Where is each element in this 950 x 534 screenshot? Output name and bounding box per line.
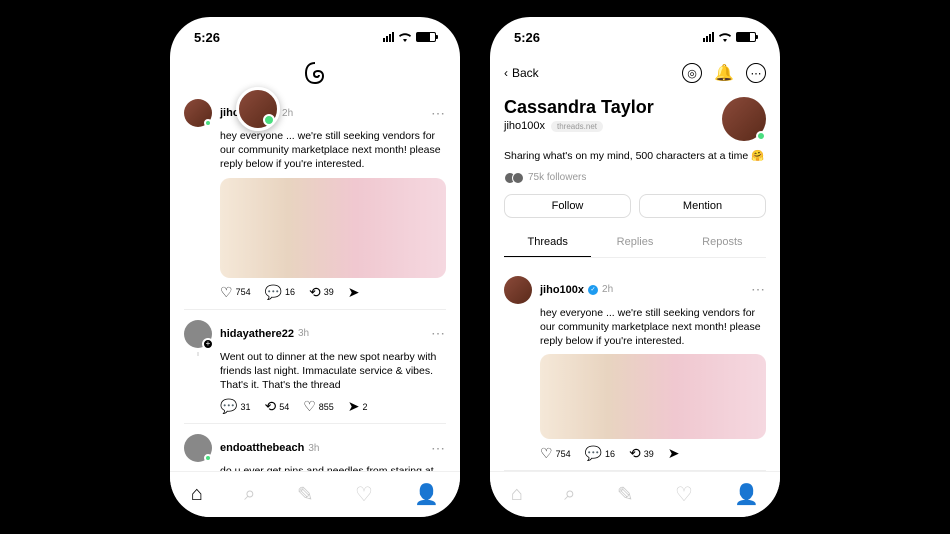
profile-name: Cassandra Taylor: [504, 97, 654, 118]
profile-post[interactable]: jiho100x 2h ⋯ hey everyone ... we're sti…: [504, 266, 766, 472]
wifi-icon: [718, 32, 732, 42]
like-button[interactable]: ♡754: [220, 284, 251, 301]
status-bar: 5:26: [490, 17, 780, 57]
more-icon[interactable]: ⋯: [751, 281, 766, 298]
verified-icon: [588, 285, 598, 295]
repost-button[interactable]: ⟲54: [264, 398, 289, 415]
signal-icon: [383, 32, 394, 42]
online-indicator: [756, 131, 766, 141]
threads-logo-icon: [303, 61, 327, 85]
online-indicator: [263, 114, 275, 126]
back-label: Back: [512, 66, 539, 80]
followers-count[interactable]: 75k followers: [504, 172, 766, 184]
notifications-icon[interactable]: 🔔: [714, 63, 734, 83]
post-image[interactable]: [540, 354, 766, 439]
phone-feed: 5:26 jiho100x 2h ⋯ hey everyone ... we'r…: [170, 17, 460, 517]
profile-bio: Sharing what's on my mind, 500 character…: [504, 149, 766, 164]
battery-icon: [416, 32, 436, 42]
profile-icon[interactable]: 👤: [414, 482, 439, 507]
feed-post[interactable]: + hidayathere22 3h ⋯ Went out to dinner …: [184, 310, 446, 425]
activity-icon[interactable]: ♡: [675, 482, 693, 507]
repost-button[interactable]: ⟲39: [629, 445, 654, 462]
avatar[interactable]: +: [184, 320, 212, 348]
more-options-icon[interactable]: ⋯: [746, 63, 766, 83]
status-time: 5:26: [514, 30, 540, 45]
signal-icon: [703, 32, 714, 42]
timestamp: 3h: [308, 443, 319, 454]
tab-reposts[interactable]: Reposts: [679, 228, 766, 257]
status-bar: 5:26: [170, 17, 460, 57]
domain-badge[interactable]: threads.net: [551, 121, 603, 132]
bottom-nav: ⌂ ⌕ ✎ ♡ 👤: [490, 471, 780, 517]
reply-button[interactable]: 💬31: [220, 398, 250, 415]
compose-icon[interactable]: ✎: [617, 482, 634, 507]
profile-tabs: Threads Replies Reposts: [504, 228, 766, 258]
profile-header: ‹ Back ◎ 🔔 ⋯: [490, 57, 780, 89]
mention-button[interactable]: Mention: [639, 194, 766, 218]
activity-icon[interactable]: ♡: [355, 482, 373, 507]
app-header: [170, 57, 460, 89]
reply-button[interactable]: 💬16: [585, 445, 615, 462]
wifi-icon: [398, 32, 412, 42]
like-button[interactable]: ♡855: [303, 398, 334, 415]
profile-info: Cassandra Taylor jiho100x threads.net Sh…: [490, 89, 780, 266]
more-icon[interactable]: ⋯: [431, 105, 446, 122]
tab-threads[interactable]: Threads: [504, 228, 591, 257]
more-icon[interactable]: ⋯: [431, 440, 446, 457]
feed-post[interactable]: jiho100x 2h ⋯ hey everyone ... we're sti…: [184, 89, 446, 310]
search-icon[interactable]: ⌕: [244, 483, 255, 506]
share-button[interactable]: ➤2: [348, 398, 368, 415]
username[interactable]: endoatthebeach: [220, 442, 304, 454]
follow-button[interactable]: Follow: [504, 194, 631, 218]
reply-button[interactable]: 💬16: [265, 284, 295, 301]
timestamp: 2h: [602, 284, 613, 295]
back-button[interactable]: ‹ Back: [504, 66, 539, 80]
post-text: hey everyone ... we're still seeking ven…: [220, 129, 446, 172]
post-text: hey everyone ... we're still seeking ven…: [540, 306, 766, 349]
follower-avatars: [504, 172, 524, 184]
follow-plus-icon[interactable]: +: [202, 338, 214, 350]
profile-icon[interactable]: 👤: [734, 482, 759, 507]
status-time: 5:26: [194, 30, 220, 45]
like-button[interactable]: ♡754: [540, 445, 571, 462]
instagram-icon[interactable]: ◎: [682, 63, 702, 83]
online-indicator: [204, 454, 212, 462]
profile-handle: jiho100x: [504, 120, 545, 132]
floating-avatar: [236, 87, 280, 131]
bottom-nav: ⌂ ⌕ ✎ ♡ 👤: [170, 471, 460, 517]
phone-profile: 5:26 ‹ Back ◎ 🔔 ⋯ Cassandra Taylor jiho1…: [490, 17, 780, 517]
thread-line: [197, 352, 199, 356]
status-icons: [383, 32, 436, 42]
timestamp: 3h: [298, 328, 309, 339]
share-button[interactable]: ➤: [668, 445, 680, 462]
username[interactable]: jiho100x: [540, 284, 584, 296]
tab-replies[interactable]: Replies: [591, 228, 678, 257]
more-icon[interactable]: ⋯: [431, 325, 446, 342]
share-button[interactable]: ➤: [348, 284, 360, 301]
online-indicator: [204, 119, 212, 127]
home-icon[interactable]: ⌂: [511, 483, 523, 506]
compose-icon[interactable]: ✎: [297, 482, 314, 507]
home-icon[interactable]: ⌂: [191, 483, 203, 506]
username[interactable]: hidayathere22: [220, 328, 294, 340]
post-image[interactable]: [220, 178, 446, 278]
avatar[interactable]: [504, 276, 532, 304]
avatar[interactable]: [184, 434, 212, 462]
avatar[interactable]: [184, 99, 212, 127]
search-icon[interactable]: ⌕: [564, 483, 575, 506]
battery-icon: [736, 32, 756, 42]
repost-button[interactable]: ⟲39: [309, 284, 334, 301]
feed-content: jiho100x 2h ⋯ hey everyone ... we're sti…: [170, 89, 460, 517]
profile-avatar[interactable]: [722, 97, 766, 141]
post-text: Went out to dinner at the new spot nearb…: [220, 350, 446, 393]
timestamp: 2h: [282, 108, 293, 119]
chevron-left-icon: ‹: [504, 66, 508, 80]
status-icons: [703, 32, 756, 42]
